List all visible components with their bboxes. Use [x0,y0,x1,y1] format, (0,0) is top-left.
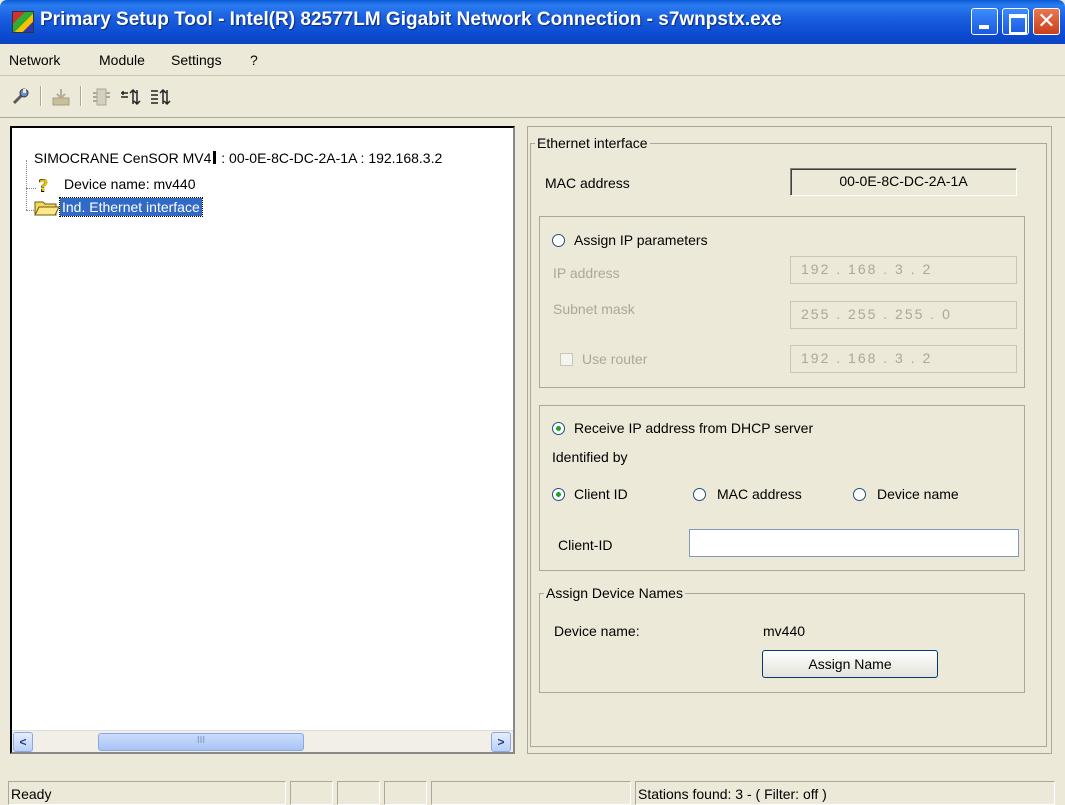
menu-help[interactable]: ? [250,52,258,68]
dhcp-label: Receive IP address from DHCP server [574,420,814,436]
svg-text:?: ? [39,176,48,195]
ip-address-field[interactable]: 192 . 168 . 3 . 2 [790,256,1017,284]
menu-settings[interactable]: Settings [171,52,222,68]
menu-bar: Network Module Settings ? [0,44,1065,76]
app-icon [12,11,34,33]
minimize-button[interactable] [971,8,998,35]
status-cell [290,781,333,805]
assign-name-button[interactable]: Assign Name [762,650,938,678]
status-cell [384,781,427,805]
tree-root-label: SIMOCRANE CenSOR MV4 [34,150,212,166]
ip-address-label: IP address [553,265,620,281]
device-name-radio[interactable] [853,488,866,501]
close-button[interactable]: ✕ [1033,8,1060,35]
assign-ip-label: Assign IP parameters [574,232,708,248]
wrench-icon[interactable] [8,84,34,110]
identified-by-label: Identified by [552,449,628,465]
scroll-thumb-grip: III [196,735,206,746]
horizontal-scrollbar[interactable]: < III > [12,730,513,752]
router-address-field[interactable]: 192 . 168 . 3 . 2 [790,345,1017,373]
device-name-label: Device name: [554,623,640,639]
status-stations-found: Stations found: 3 - ( Filter: off ) [635,781,1055,805]
client-id-input[interactable] [689,529,1019,557]
toolbar-separator [80,86,82,106]
list-sort-icon[interactable] [118,84,144,110]
client-id-field-label: Client-ID [558,537,613,553]
assign-ip-radio[interactable] [552,234,565,247]
menu-network[interactable]: Network [9,52,60,68]
tree-connector [26,188,36,189]
subnet-mask-field[interactable]: 255 . 255 . 255 . 0 [790,301,1017,329]
use-router-checkbox[interactable] [560,353,573,366]
download-icon[interactable] [48,84,74,110]
title-bar[interactable]: Primary Setup Tool - Intel(R) 82577LM Gi… [0,0,1065,44]
tree-root-suffix: : 00-0E-8C-DC-2A-1A : 192.168.3.2 [217,150,443,166]
properties-panel: Ethernet interface MAC address 00-0E-8C-… [527,126,1052,754]
tree-item-device-name[interactable]: Device name: mv440 [64,176,196,192]
mac-address-field: 00-0E-8C-DC-2A-1A [790,168,1017,196]
toolbar [0,76,1065,118]
menu-module[interactable]: Module [99,52,145,68]
maximize-button[interactable] [1002,8,1029,35]
scroll-thumb[interactable]: III [98,733,304,751]
tree-connector [26,160,27,210]
use-router-label: Use router [582,351,648,367]
scroll-right-button[interactable]: > [491,732,511,752]
close-icon: ✕ [1037,9,1056,34]
status-bar: Ready Stations found: 3 - ( Filter: off … [0,777,1065,805]
ethernet-interface-legend: Ethernet interface [537,135,648,151]
device-name-option-label: Device name [877,486,959,502]
subnet-mask-label: Subnet mask [553,301,635,317]
device-tree[interactable]: SIMOCRANE CenSOR MV4 : 00-0E-8C-DC-2A-1A… [10,126,515,754]
client-id-radio[interactable] [552,488,565,501]
mac-address-label: MAC address [545,175,630,191]
status-ready: Ready [8,781,286,805]
folder-open-icon [34,199,60,217]
window-title: Primary Setup Tool - Intel(R) 82577LM Gi… [40,9,782,30]
scroll-left-button[interactable]: < [13,732,33,752]
dhcp-radio[interactable] [552,422,565,435]
status-cell [337,781,380,805]
client-id-option-label: Client ID [574,486,628,502]
status-cell [431,781,631,805]
mac-address-option-label: MAC address [717,486,802,502]
tree-item-ethernet-interface[interactable]: Ind. Ethernet interface [59,197,203,217]
mac-address-radio[interactable] [693,488,706,501]
toolbar-separator [40,86,42,106]
text-cursor [213,151,217,164]
device-name-value: mv440 [763,623,806,639]
list-sort-all-icon[interactable] [148,84,174,110]
tree-root[interactable]: SIMOCRANE CenSOR MV4 : 00-0E-8C-DC-2A-1A… [34,150,442,166]
assign-device-names-legend: Assign Device Names [546,585,683,601]
module-icon[interactable] [88,84,114,110]
question-mark-icon: ?? [36,175,54,197]
